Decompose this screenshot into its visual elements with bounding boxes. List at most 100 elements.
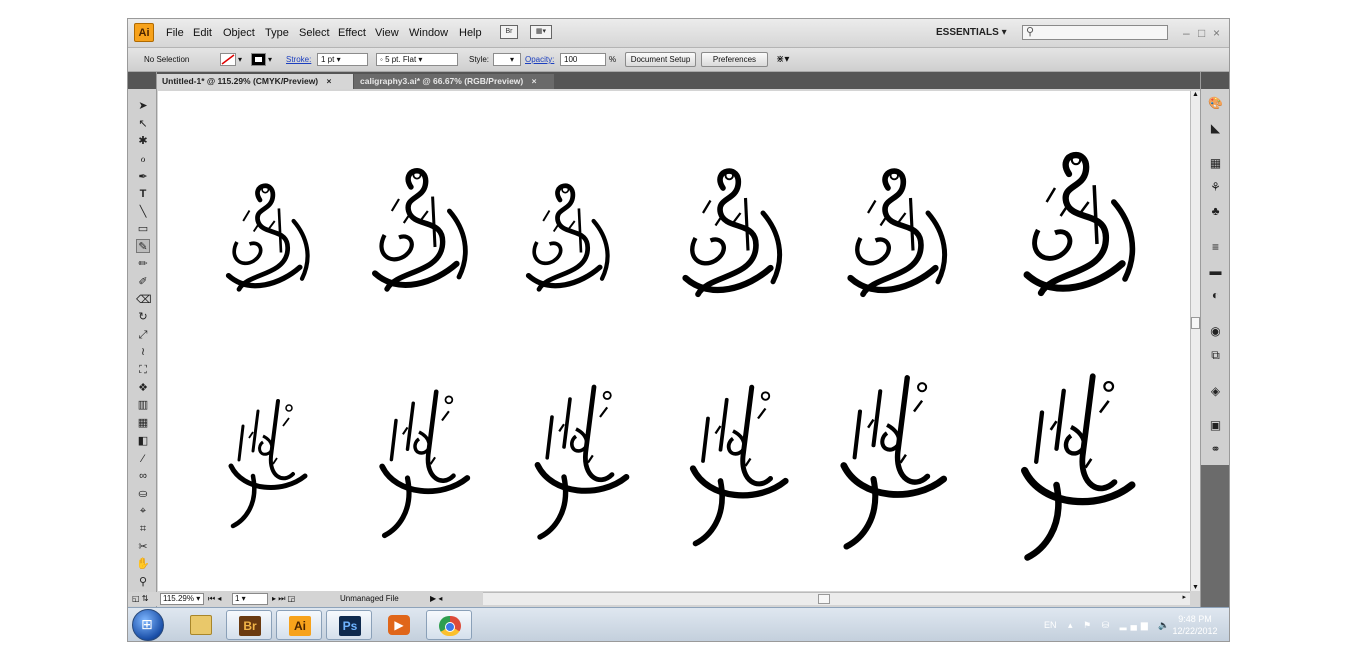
appearance-icon[interactable]: ◉ [1208, 324, 1223, 339]
start-button[interactable]: ⊞ [132, 609, 164, 641]
slice-tool-icon[interactable]: ✂ [136, 540, 150, 554]
document-setup-button[interactable]: Document Setup [625, 52, 696, 67]
magic-wand-tool-icon[interactable]: ✱ [136, 134, 150, 148]
photoshop-app-icon: Ps [339, 616, 361, 636]
artboard-canvas[interactable] [158, 91, 1190, 591]
scroll-right-icon[interactable]: ▸ [1182, 593, 1186, 601]
graphic-styles-icon[interactable]: ⧉ [1208, 348, 1223, 363]
graph-tool-icon[interactable]: ▥ [136, 398, 150, 412]
taskbar-photoshop[interactable]: Ps [326, 610, 372, 640]
stroke-label[interactable]: Stroke: [286, 48, 311, 71]
first-artboard-icon[interactable]: ⏮ ◂ [208, 592, 221, 606]
taskbar-illustrator[interactable]: Ai [276, 610, 322, 640]
artboard-number-field[interactable]: 1 ▾ [232, 593, 268, 605]
stroke-panel-icon[interactable]: ≡ [1208, 240, 1223, 255]
eraser-tool-icon[interactable]: ⌫ [136, 293, 152, 307]
live-paint-selection-icon[interactable]: ⌖ [136, 504, 150, 518]
rotate-tool-icon[interactable]: ↻ [136, 310, 150, 324]
brushes-icon[interactable]: ⚘ [1208, 180, 1223, 195]
actions-icon[interactable]: ▣ [1208, 418, 1223, 433]
gradient-panel-icon[interactable]: ▬ [1208, 264, 1223, 279]
blob-brush-tool-icon[interactable]: ✐ [136, 275, 150, 289]
paintbrush-tool-icon[interactable]: ✎ [136, 239, 150, 253]
eyedropper-tool-icon[interactable]: ⁄ [136, 452, 150, 466]
control-panel: No Selection ▾ ▾ Stroke: 1 pt ▾ ◦ 5 pt. … [128, 48, 1229, 72]
panel-dock: 🎨 ◣ ▦ ⚘ ♣ ≡ ▬ ◐ ◉ ⧉ ◈ ▣ ⚭ [1200, 72, 1229, 607]
free-transform-tool-icon[interactable]: ⛶ [136, 363, 150, 377]
workspace-switcher[interactable]: ESSENTIALS ▾ [936, 19, 1007, 47]
status-menu-icon[interactable]: ▶ ◂ [430, 592, 442, 606]
rectangle-tool-icon[interactable]: ▭ [136, 222, 150, 236]
clock[interactable]: 9:48 PM 12/22/2012 [1165, 613, 1225, 637]
language-indicator[interactable]: EN [1044, 608, 1057, 641]
tab-close-icon[interactable]: × [327, 76, 332, 86]
artboard-nav-icon[interactable]: ◱ ⇅ [132, 592, 148, 606]
tab-close-icon[interactable]: × [532, 76, 537, 86]
taskbar-explorer[interactable] [178, 610, 224, 640]
horizontal-scrollbar[interactable]: ▸ [483, 592, 1190, 605]
color-panel-icon[interactable]: ◣ [1208, 121, 1223, 136]
tab-untitled[interactable]: Untitled-1* @ 115.29% (CMYK/Preview) × [156, 74, 353, 89]
fill-swatch[interactable] [220, 53, 236, 66]
stroke-swatch[interactable] [251, 53, 266, 66]
horizontal-scroll-thumb[interactable] [818, 594, 830, 604]
menu-effect[interactable]: Effect [338, 19, 366, 47]
preferences-button[interactable]: Preferences [701, 52, 768, 67]
vertical-scroll-thumb[interactable] [1191, 317, 1200, 329]
menu-help[interactable]: Help [459, 19, 482, 47]
live-paint-bucket-icon[interactable]: ⛀ [136, 487, 150, 501]
style-swatch[interactable]: ▾ [493, 53, 521, 66]
taskbar-chrome[interactable] [426, 610, 472, 640]
gradient-tool-icon[interactable]: ◧ [136, 434, 150, 448]
scroll-down-icon[interactable]: ▼ [1192, 584, 1199, 591]
menu-select[interactable]: Select [299, 19, 330, 47]
links-icon[interactable]: ⚭ [1208, 442, 1223, 457]
pencil-tool-icon[interactable]: ✏ [136, 257, 150, 271]
line-tool-icon[interactable]: ╲ [136, 205, 150, 219]
maximize-button[interactable]: □ [1198, 19, 1205, 47]
arrange-documents-icon[interactable]: ▦▾ [530, 25, 552, 39]
menu-window[interactable]: Window [409, 19, 448, 47]
tab-caligraphy[interactable]: caligraphy3.ai* @ 66.67% (RGB/Preview) × [354, 74, 554, 89]
minimize-button[interactable]: – [1183, 19, 1190, 47]
tray-icons[interactable]: ▴ ⚑ ⛁ ▂▄▆ 🔈 [1068, 608, 1174, 641]
color-guide-icon[interactable]: 🎨 [1208, 96, 1223, 111]
scale-tool-icon[interactable]: ⤢ [136, 328, 150, 342]
artboard-tool-icon[interactable]: ⌗ [136, 522, 150, 536]
menu-edit[interactable]: Edit [193, 19, 212, 47]
taskbar-bridge[interactable]: Br [226, 610, 272, 640]
swatches-icon[interactable]: ▦ [1208, 156, 1223, 171]
mesh-tool-icon[interactable]: ▦ [136, 416, 150, 430]
bridge-icon[interactable]: Br [500, 25, 518, 39]
symbols-icon[interactable]: ♣ [1208, 204, 1223, 219]
brush-definition-field[interactable]: ◦ 5 pt. Flat ▾ [376, 53, 458, 66]
zoom-field[interactable]: 115.29% ▾ [160, 593, 204, 605]
search-input[interactable]: ⚲ [1022, 25, 1168, 40]
zoom-tool-icon[interactable]: ⚲ [136, 575, 150, 589]
layers-icon[interactable]: ◈ [1208, 384, 1223, 399]
selection-tool-icon[interactable]: ➤ [136, 99, 150, 113]
menu-object[interactable]: Object [223, 19, 255, 47]
symbol-sprayer-tool-icon[interactable]: ❖ [136, 381, 150, 395]
warp-tool-icon[interactable]: ≀ [136, 345, 150, 359]
next-artboard-icon[interactable]: ▸ ⏭ ◲ [272, 592, 295, 606]
opacity-label[interactable]: Opacity: [525, 48, 554, 71]
transparency-icon[interactable]: ◐ [1208, 288, 1223, 303]
stroke-weight-field[interactable]: 1 pt ▾ [317, 53, 368, 66]
close-button[interactable]: × [1213, 19, 1220, 47]
taskbar-media[interactable]: ▶ [376, 610, 422, 640]
hand-tool-icon[interactable]: ✋ [136, 557, 150, 571]
pen-tool-icon[interactable]: ✒ [136, 170, 150, 184]
blend-tool-icon[interactable]: ∞ [136, 469, 150, 483]
stroke-dropdown-icon[interactable]: ▾ [268, 48, 272, 71]
isolate-icon[interactable]: ⋇▾ [776, 48, 789, 71]
menu-view[interactable]: View [375, 19, 399, 47]
lasso-tool-icon[interactable]: ℴ [136, 152, 150, 166]
scroll-up-icon[interactable]: ▲ [1192, 91, 1199, 98]
opacity-field[interactable]: 100 [560, 53, 606, 66]
menu-type[interactable]: Type [265, 19, 289, 47]
type-tool-icon[interactable]: T [136, 187, 150, 201]
menu-file[interactable]: File [166, 19, 184, 47]
fill-dropdown-icon[interactable]: ▾ [238, 48, 242, 71]
direct-selection-tool-icon[interactable]: ↖ [136, 117, 150, 131]
